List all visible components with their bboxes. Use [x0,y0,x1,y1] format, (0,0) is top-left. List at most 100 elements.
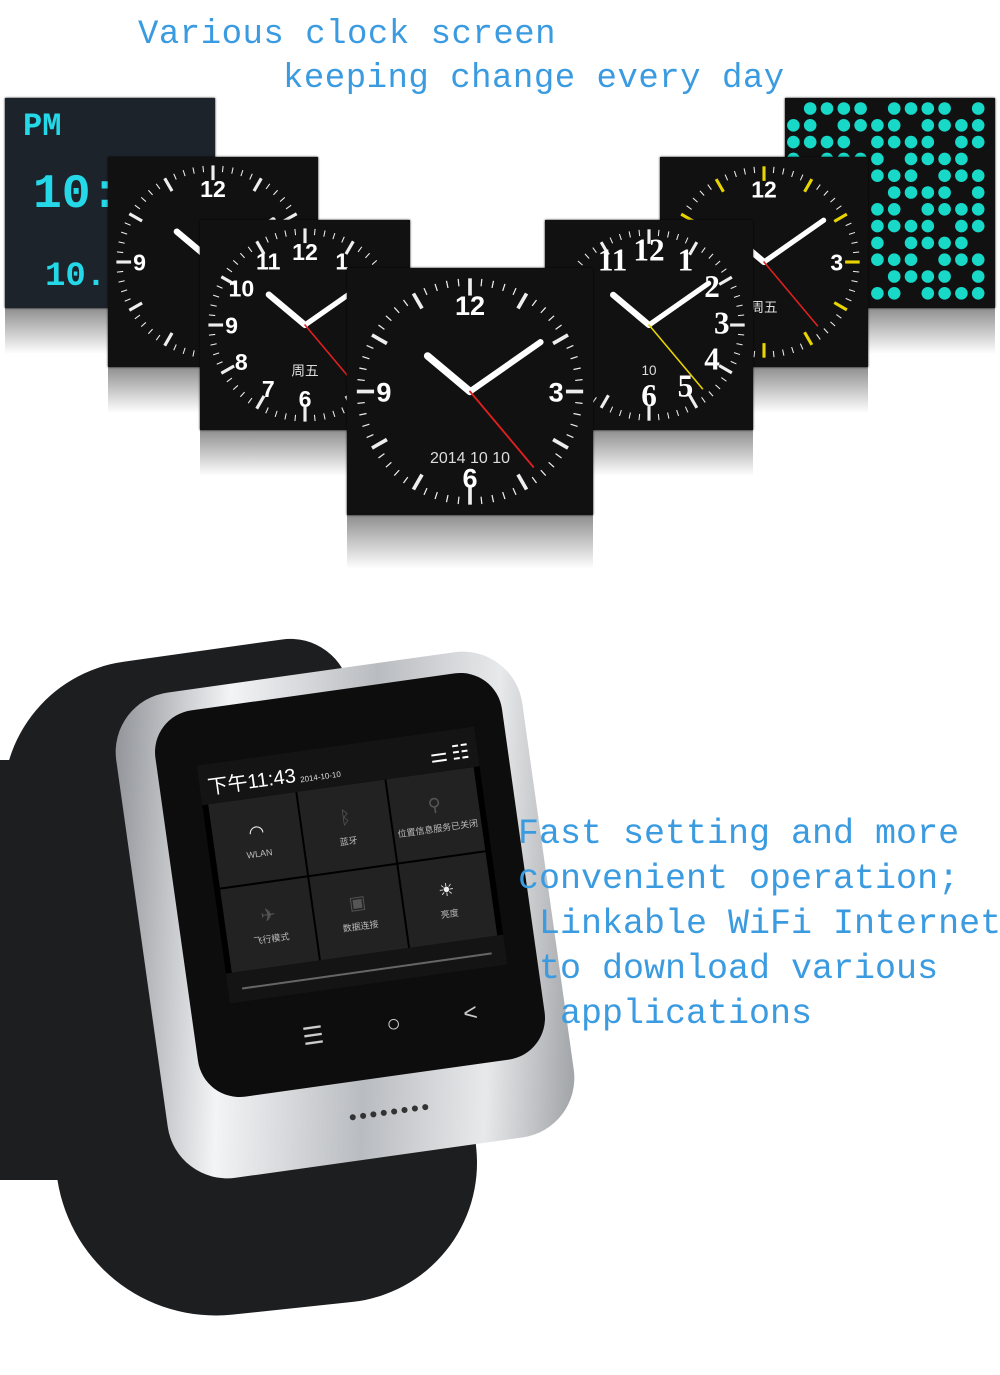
tick-mark [192,350,195,357]
tick-mark [791,170,795,178]
tick-mark [676,409,680,417]
matrix-dot [887,253,901,266]
matrix-dot [787,135,800,149]
tick-mark [721,377,727,382]
tick-mark [423,287,428,296]
matrix-dot [971,169,985,182]
tick-mark [208,314,216,317]
tick-mark [357,379,365,382]
tick-mark [684,406,689,413]
tick-mark [359,367,367,371]
matrix-dot [921,287,935,300]
tick-mark [221,165,224,173]
tick-mark [566,433,574,439]
tick-mark [220,364,235,375]
location-icon: ⚲ [426,794,443,816]
tick-mark [173,344,177,351]
matrix-dot [871,253,884,266]
tick-mark [265,236,269,243]
tick-mark [445,280,449,289]
matrix-dot [938,270,951,283]
bluetooth-icon: ᛒ [338,806,353,829]
tick-mark [845,222,852,227]
tick-mark [577,260,583,266]
tick-mark [592,397,597,403]
tick-mark [573,367,581,371]
numeral: 11 [598,242,627,277]
tile-data[interactable]: ▣ 数据连接 [309,864,409,961]
tick-mark [799,343,804,350]
back-icon[interactable]: < [462,999,480,1029]
digital-text: 10. [45,258,107,296]
home-icon[interactable]: ○ [385,1010,403,1040]
tile-brightness[interactable]: ☀ 亮度 [398,852,498,948]
numeral: 3 [714,305,730,340]
tick-mark [323,230,326,237]
matrix-dot [955,135,968,149]
tick-mark [423,487,428,496]
clock-face-analog-classic[interactable]: 12 3 6 9 2014 10 10 [347,268,593,515]
matrix-dot [871,236,884,250]
tick-mark [657,413,660,421]
matrix-dot [904,152,918,166]
tile-location[interactable]: ⚲ 位置信息服务已关闭 [386,767,486,863]
matrix-dot [921,203,935,216]
headline-line-1: Various clock screen [138,16,557,54]
matrix-dot [887,219,901,233]
numeral: 8 [235,349,248,375]
matrix-dot [938,102,951,115]
tick-mark [540,306,547,314]
matrix-dot [955,219,968,233]
list-icon[interactable]: ☷ [450,739,471,766]
face-reflection [347,515,593,570]
matrix-dot [871,152,884,166]
tick-mark [284,413,287,420]
tick-mark [833,301,848,312]
tick-mark [279,196,286,202]
tick-mark [852,251,860,254]
tick-mark [733,352,741,356]
tick-mark [120,231,128,235]
numeral: 9 [225,312,238,338]
minute-hand [466,339,544,395]
tick-mark [411,473,424,491]
tick-mark [737,314,745,317]
tick-mark [836,205,842,210]
tick-mark [733,170,737,178]
matrix-dot [887,135,901,149]
tick-mark [799,174,804,181]
tile-wifi[interactable]: ◠ WLAN [208,792,308,888]
matrix-dot [887,287,901,300]
settings-sliders-icon[interactable]: ⚌ [428,742,449,769]
tick-mark [852,270,860,273]
menu-icon[interactable]: ☰ [300,1020,326,1052]
tick-mark [124,298,131,302]
tick-mark [848,289,856,293]
matrix-dot [938,203,951,216]
tick-mark [445,494,449,503]
matrix-dot [854,119,867,132]
tile-bluetooth[interactable]: ᛒ 蓝牙 [297,779,397,876]
tick-mark [402,299,409,307]
matrix-dot [820,135,834,149]
tick-mark [816,184,821,190]
tick-mark [833,212,848,223]
tick-mark [371,259,378,265]
feature-copy: Fast setting and more convenient operatio… [518,812,1000,1037]
tick-mark [341,407,345,414]
tick-mark [239,252,245,259]
minute-hand [761,217,827,265]
tick-mark [570,423,578,428]
tick-mark [247,246,253,253]
matrix-dot [921,119,935,132]
numeral: 3 [549,377,564,407]
tick-mark [120,289,128,293]
tick-mark [714,178,725,193]
matrix-dot [871,135,884,149]
tick-mark [239,391,245,398]
tick-mark [480,496,483,505]
tick-mark [618,233,622,241]
tick-mark [491,494,495,503]
tick-mark [385,461,392,468]
tile-airplane[interactable]: ✈ 飞行模式 [220,877,319,973]
